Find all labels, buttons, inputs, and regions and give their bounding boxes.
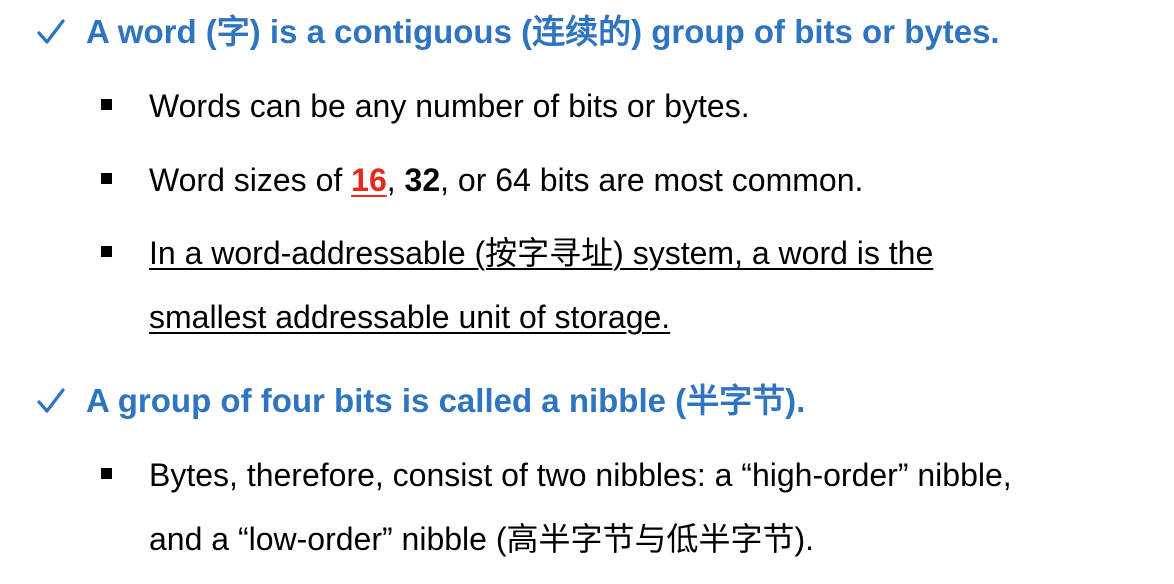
highlight-number-16: 16: [351, 162, 387, 198]
text-prefix: Word sizes of: [149, 162, 352, 198]
checkmark-icon: [34, 15, 68, 49]
bullet-text-line-2: and a “low-order” nibble (高半字节与低半字节).: [149, 521, 815, 557]
square-bullet-icon: [101, 173, 112, 184]
text-separator: ,: [386, 162, 405, 198]
sub-bullet-word-size-any: Words can be any number of bits or bytes…: [0, 74, 1174, 138]
sub-bullet-common-word-sizes: Word sizes of 16, 32, or 64 bits are mos…: [0, 148, 1174, 212]
bullet-text: A group of four bits is called a nibble …: [86, 382, 806, 419]
text-suffix: , or 64 bits are most common.: [440, 162, 864, 198]
square-bullet-icon: [101, 468, 112, 479]
bullet-text-line-1: Bytes, therefore, consist of two nibbles…: [149, 457, 1012, 493]
bullet-nibble-definition: A group of four bits is called a nibble …: [0, 376, 1174, 426]
bullet-text-line-1: In a word-addressable (按字寻址) system, a w…: [149, 235, 934, 271]
square-bullet-icon: [101, 246, 112, 257]
checkmark-icon: [34, 384, 68, 418]
square-bullet-icon: [101, 99, 112, 110]
bullet-text: Words can be any number of bits or bytes…: [149, 88, 750, 124]
bullet-text: Word sizes of 16, 32, or 64 bits are mos…: [149, 148, 863, 212]
bold-number-32: 32: [404, 162, 441, 198]
bullet-text-line-2: smallest addressable unit of storage.: [149, 299, 671, 335]
sub-bullet-bytes-nibbles: Bytes, therefore, consist of two nibbles…: [0, 443, 1174, 571]
bullet-text: A word (字) is a contiguous (连续的) group o…: [86, 13, 1000, 50]
sub-bullet-word-addressable: In a word-addressable (按字寻址) system, a w…: [0, 221, 1174, 349]
bullet-word-definition: A word (字) is a contiguous (连续的) group o…: [0, 7, 1174, 57]
